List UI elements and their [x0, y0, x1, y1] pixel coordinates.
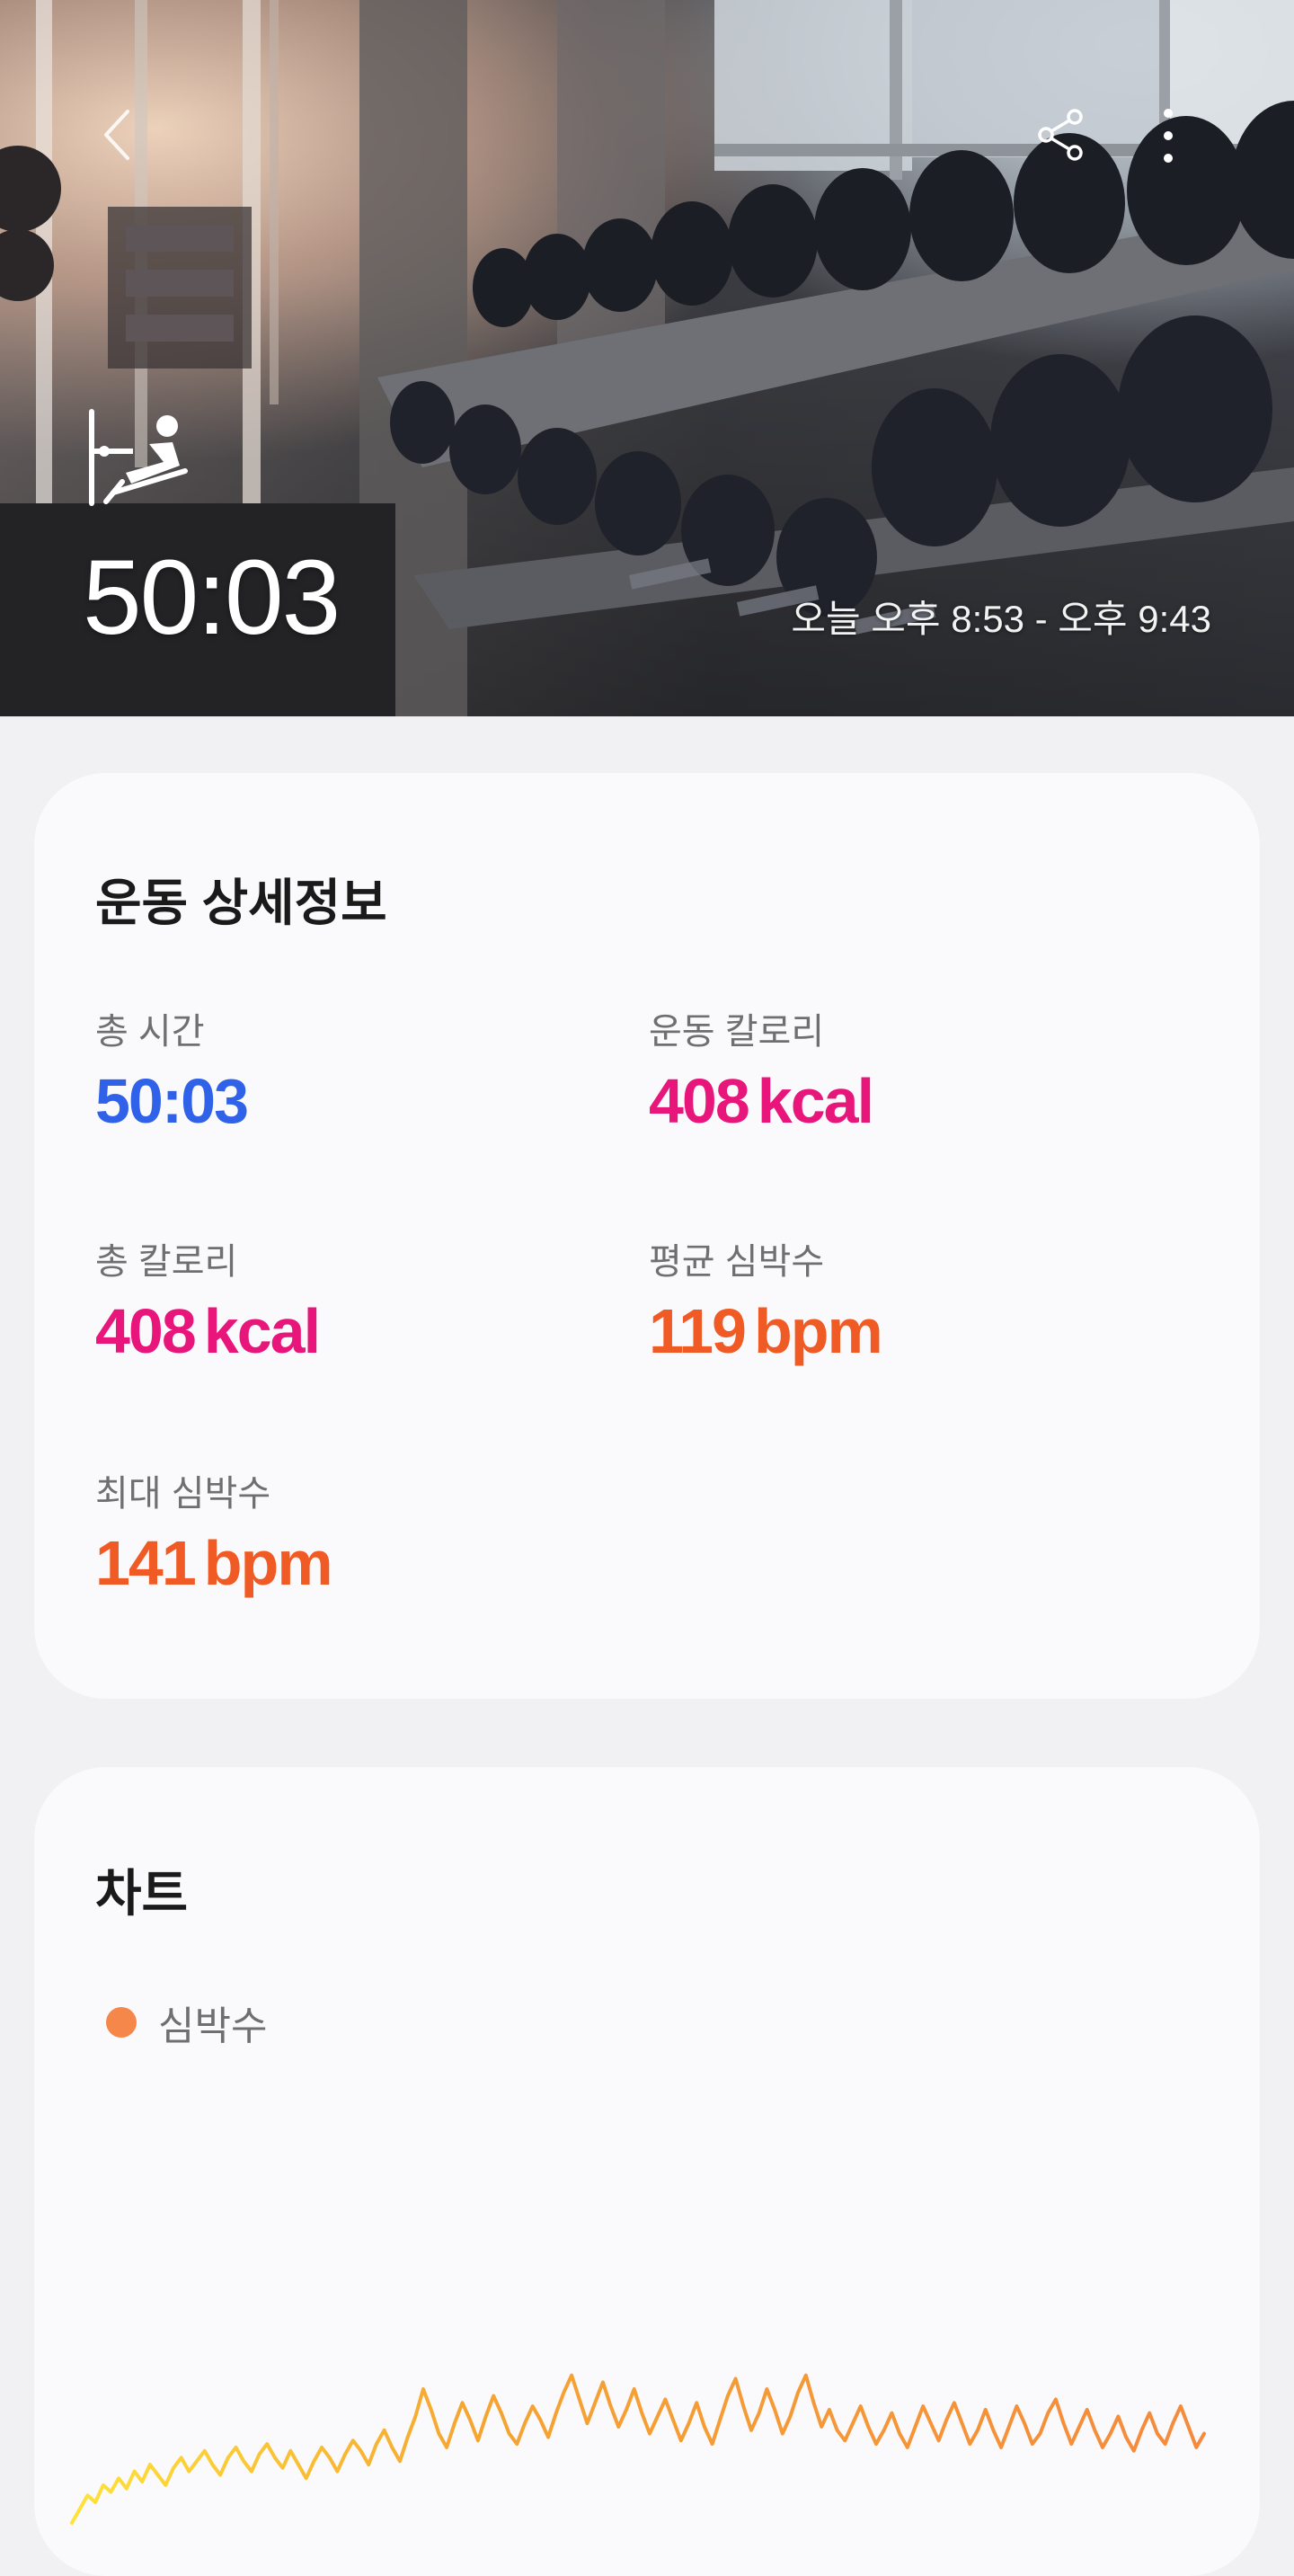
metric-total-time: 총 시간 50:03	[95, 1014, 256, 1133]
rowing-machine-icon	[89, 409, 188, 506]
metric-unit: kcal	[757, 1066, 874, 1136]
metric-number: 119	[649, 1296, 747, 1366]
heart-rate-series-line	[70, 2373, 1206, 2525]
chevron-left-icon	[104, 110, 129, 160]
share-icon[interactable]	[1033, 106, 1091, 164]
metric-value: 408 kcal	[649, 1070, 874, 1133]
details-title: 운동 상세정보	[95, 875, 387, 931]
metric-number: 141	[95, 1528, 197, 1598]
metric-exercise-calories: 운동 칼로리 408 kcal	[649, 1012, 874, 1133]
metric-unit: bpm	[753, 1296, 883, 1366]
metric-label: 총 시간	[95, 1012, 205, 1052]
chart-card: 차트 심박수	[34, 1767, 1260, 2576]
metric-label: 총 칼로리	[95, 1242, 238, 1282]
metric-total-calories: 총 칼로리 408 kcal	[95, 1242, 321, 1363]
metric-max-heart-rate: 최대 심박수 141 bpm	[95, 1474, 333, 1594]
metric-label: 운동 칼로리	[649, 1012, 825, 1052]
back-button[interactable]	[90, 103, 144, 166]
workout-hero-banner: 50:03 오늘 오후 8:53 - 오후 9:43	[0, 0, 1294, 716]
metric-label: 평균 심박수	[649, 1242, 825, 1282]
workout-duration: 50:03	[83, 538, 341, 657]
metric-label: 최대 심박수	[95, 1474, 271, 1514]
metric-value: 119 bpm	[649, 1300, 883, 1363]
more-vertical-icon[interactable]	[1150, 104, 1186, 167]
metric-number: 408	[95, 1296, 197, 1366]
metric-unit: bpm	[203, 1528, 333, 1598]
metric-number: 408	[649, 1066, 750, 1136]
metric-value: 141 bpm	[95, 1532, 333, 1594]
heart-rate-chart	[70, 2373, 1206, 2525]
metric-value: 50:03	[95, 1070, 256, 1133]
metric-number: 50:03	[95, 1066, 249, 1136]
metric-unit: kcal	[203, 1296, 321, 1366]
workout-time-range: 오늘 오후 8:53 - 오후 9:43	[791, 598, 1211, 640]
exercise-details-card: 운동 상세정보 총 시간 50:03 운동 칼로리 408 kcal 총 칼로리 …	[34, 773, 1260, 1699]
metric-average-heart-rate: 평균 심박수 119 bpm	[649, 1242, 883, 1363]
metric-value: 408 kcal	[95, 1300, 321, 1363]
